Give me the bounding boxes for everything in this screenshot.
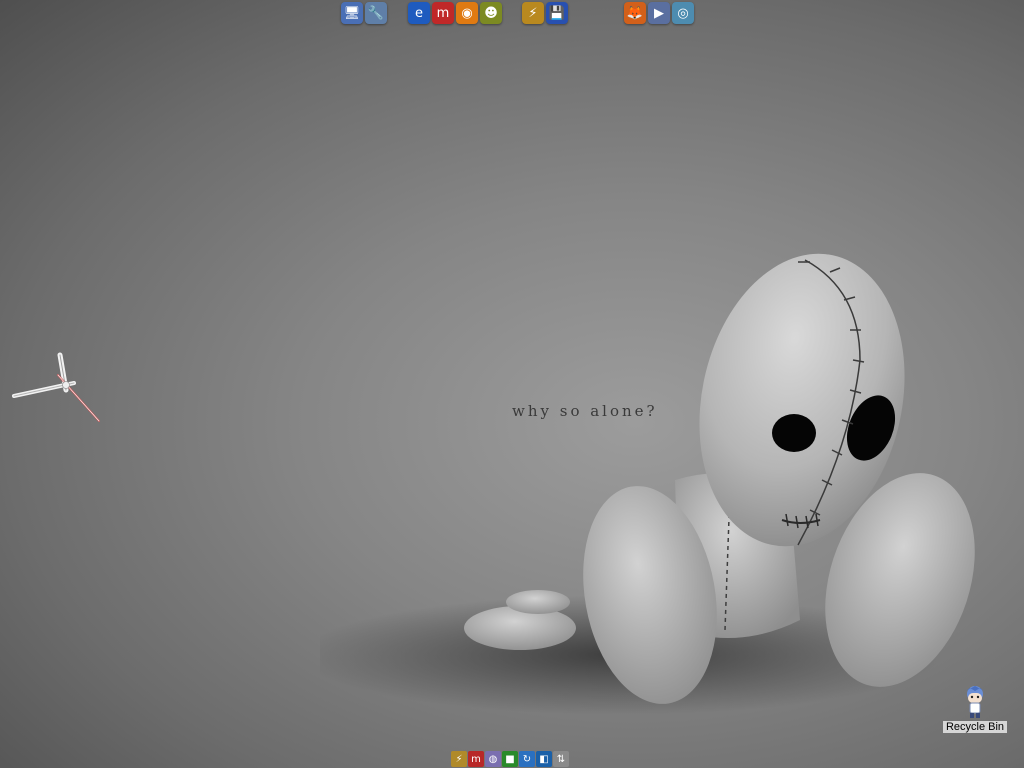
msn-icon[interactable]: m	[468, 751, 484, 767]
photo-icon[interactable]: ◎	[672, 2, 694, 24]
top-dock-group-tools: ⚡ 💾	[522, 0, 568, 26]
recycle-bin-icon	[966, 686, 984, 718]
clock-center-pin	[62, 381, 70, 389]
my-computer-icon[interactable]: 🖥	[341, 2, 363, 24]
refresh-icon[interactable]: ↻	[519, 751, 535, 767]
messenger-icon[interactable]: m	[432, 2, 454, 24]
top-dock-group-system: 🖥 🔧	[341, 0, 387, 26]
tools-icon[interactable]: ⚡	[522, 2, 544, 24]
wallpaper-doll-image	[320, 253, 975, 715]
media-player-icon[interactable]: ◉	[456, 2, 478, 24]
chat-icon[interactable]: ☻	[480, 2, 502, 24]
winamp-icon[interactable]: ⚡	[451, 751, 467, 767]
video-icon[interactable]: ▶	[648, 2, 670, 24]
network-drive-icon[interactable]: ⇅	[553, 751, 569, 767]
firefox-icon[interactable]: 🦊	[624, 2, 646, 24]
bottom-quick-launch: ⚡ m ◍ ■ ↻ ◧ ⇅	[451, 750, 569, 768]
clock-widget[interactable]	[8, 345, 108, 430]
top-dock-group-media: 🦊 ▶ ◎	[624, 0, 694, 26]
internet-explorer-icon[interactable]: e	[408, 2, 430, 24]
top-dock-group-internet: e m ◉ ☻	[408, 0, 502, 26]
windows-icon[interactable]: ■	[502, 751, 518, 767]
desktop[interactable]: 🖥 🔧 e m ◉ ☻ ⚡ 💾 🦊 ▶ ◎ why so alone? Recy…	[0, 0, 1024, 768]
network-icon[interactable]: 🔧	[365, 2, 387, 24]
recycle-bin-desktop-icon[interactable]: Recycle Bin	[942, 685, 1008, 733]
recycle-bin-label: Recycle Bin	[942, 721, 1008, 733]
save-disk-icon[interactable]: 💾	[546, 2, 568, 24]
globe-icon[interactable]: ◍	[485, 751, 501, 767]
app-icon[interactable]: ◧	[536, 751, 552, 767]
